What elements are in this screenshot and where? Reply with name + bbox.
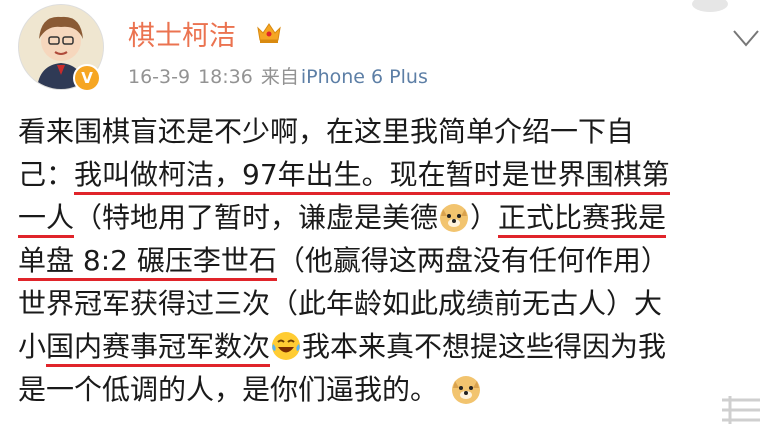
underlined-text: 一人 <box>18 201 75 238</box>
post-line-7: 是一个低调的人，是你们逼我的。 <box>18 368 758 411</box>
post-text: （他赢得这两盘没有任何作用） <box>276 244 669 277</box>
post-line-1: 看来围棋盲还是不少啊，在这里我简单介绍一下自 <box>18 110 758 153</box>
watermark-logo <box>722 396 760 424</box>
username[interactable]: 棋士柯洁 <box>128 14 236 53</box>
post-text: 是一个低调的人，是你们逼我的。 <box>18 373 439 406</box>
post-text: 看来围棋盲还是不少啊，在这里我简单介绍一下自 <box>18 115 635 148</box>
post-body: 看来围棋盲还是不少啊，在这里我简单介绍一下自 己：我叫做柯洁，97年出生。现在暂… <box>18 110 758 411</box>
underlined-text: 正式比赛我是 <box>498 201 667 238</box>
source-device[interactable]: iPhone 6 Plus <box>301 66 428 88</box>
underlined-text: 我叫做柯洁，97年出生。现在暂时是世界围棋第 <box>74 158 670 195</box>
verified-badge: V <box>73 64 101 92</box>
post-text: 小 <box>18 330 47 363</box>
post-text: 己： <box>18 158 75 191</box>
laugh-cry-emoji <box>272 332 301 360</box>
post-line-5: 世界冠军获得过三次（此年龄如此成绩前无古人）大 <box>18 282 758 325</box>
post-line-6: 小国内赛事冠军数次 我本来真不想提这些得因为我 <box>18 325 758 368</box>
doge-emoji <box>452 376 481 404</box>
post-meta: 16-3-9 18:36 来自 iPhone 6 Plus <box>128 62 428 89</box>
post-text: 世界冠军获得过三次（此年龄如此成绩前无古人）大 <box>18 287 663 320</box>
post-line-3: 一人（特地用了暂时，谦虚是美德 ）正式比赛我是 <box>18 196 758 239</box>
post-text: 我本来真不想提这些得因为我 <box>302 330 667 363</box>
underlined-text: 国内赛事冠军数次 <box>46 330 271 367</box>
post-text: （特地用了暂时，谦虚是美德 <box>74 201 439 234</box>
crown-icon <box>257 23 281 43</box>
post-line-2: 己：我叫做柯洁，97年出生。现在暂时是世界围棋第 <box>18 153 758 196</box>
post-date: 16-3-9 <box>128 66 191 88</box>
post-time: 18:36 <box>198 66 253 88</box>
chevron-down-icon[interactable] <box>730 23 762 53</box>
doge-emoji <box>440 204 469 232</box>
underlined-text: 单盘 8:2 碾压李世石 <box>18 244 277 281</box>
post-text: ） <box>470 201 499 234</box>
post-header: V 棋士柯洁 16-3-9 18:36 来自 iPhone 6 Plus <box>0 0 767 100</box>
source-prefix: 来自 <box>260 66 299 88</box>
post-line-4: 单盘 8:2 碾压李世石（他赢得这两盘没有任何作用） <box>18 239 758 282</box>
top-corner-decoration <box>692 0 728 12</box>
